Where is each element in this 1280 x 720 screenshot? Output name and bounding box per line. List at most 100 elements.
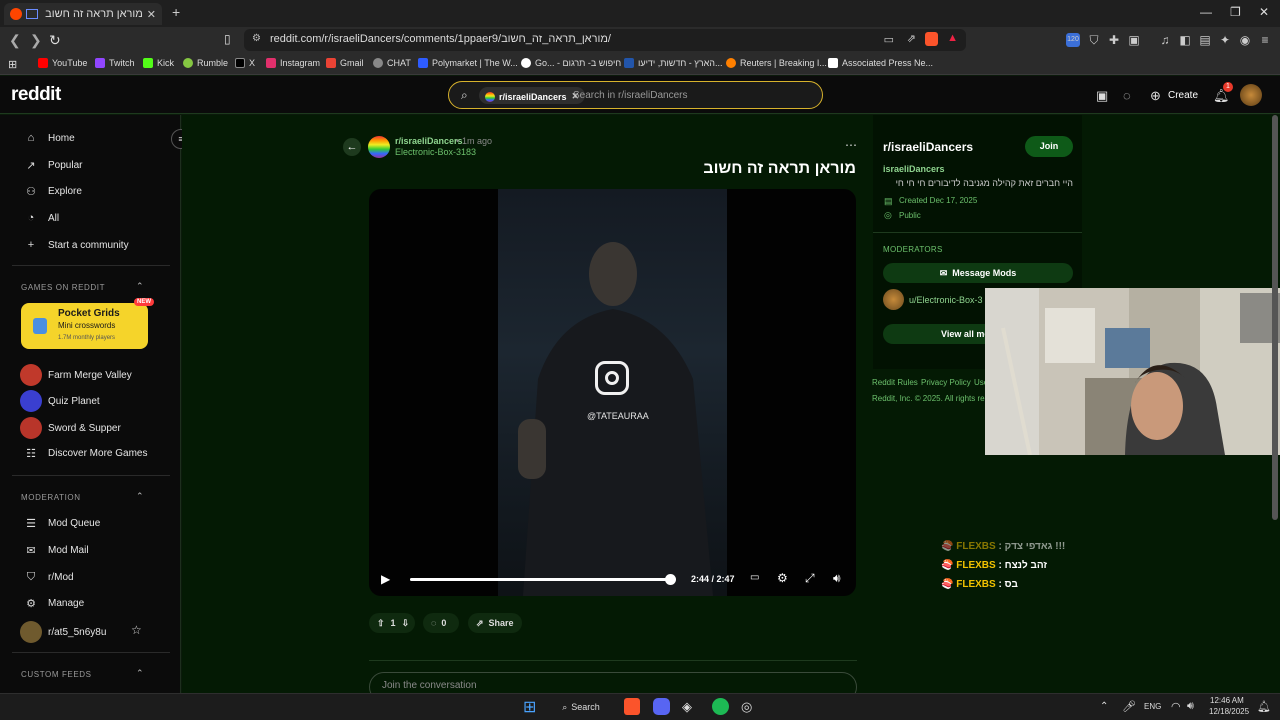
moderator-name[interactable]: u/Electronic-Box-3 [909,295,983,305]
fullscreen-icon[interactable]: ⤢ [805,571,815,586]
screenshot-icon[interactable]: ▣ [1127,33,1141,47]
post-author[interactable]: Electronic-Box-3183 [395,147,476,157]
brave-shields-icon[interactable] [925,32,938,46]
sidebar-item-explore[interactable]: ⚇ Explore [24,185,82,198]
maximize-icon[interactable]: ❐ [1230,5,1241,19]
extension-badge-icon[interactable]: 120 [1066,33,1080,47]
language-indicator[interactable]: ENG [1144,702,1161,711]
bookmark-rumble[interactable]: Rumble [183,58,228,68]
bookmark-google-translate[interactable]: Go... - חיפוש ב- תרגום [521,58,621,68]
sidebar-item-popular[interactable]: ↗ Popular [24,159,82,172]
cast-icon[interactable]: ▭ [884,33,894,46]
back-arrow-icon[interactable]: ← [343,138,361,156]
create-icon[interactable]: ⊕ [1150,88,1161,104]
comments-button[interactable]: ◌ 0 [423,613,459,633]
bookmark-haaretz[interactable]: הארץ - חדשות, ידיעו... [624,58,723,68]
show-hidden-icons-icon[interactable]: ⌃ [1100,701,1108,712]
new-tab-icon[interactable]: + [172,4,180,20]
moderator-avatar[interactable] [883,289,904,310]
share-button[interactable]: ⇗ Share [468,613,522,633]
wallet-icon[interactable]: ▤ [1198,33,1212,47]
address-bar[interactable]: ⚙ reddit.com/r/israeliDancers/comments/1… [244,29,966,51]
community-avatar[interactable] [368,136,390,158]
brave-taskbar-icon[interactable] [624,698,640,715]
bookmark-gmail[interactable]: Gmail [326,58,364,68]
downvote-icon[interactable]: ⇩ [402,618,410,629]
sidebar-discover-games[interactable]: ☷ Discover More Games [24,447,147,460]
microphone-icon[interactable]: 🎤︎ [1122,700,1136,713]
windows-start-icon[interactable]: ⊞ [523,697,536,717]
taskbar-search-button[interactable]: ⌕ Search [553,697,609,717]
brave-rewards-icon[interactable]: ▲ [947,32,958,44]
sidebar-r-mod[interactable]: ⛉ r/Mod [24,571,74,584]
bookmark-twitch[interactable]: Twitch [95,58,135,68]
sidebar-game-farm-merge[interactable]: Farm Merge Valley [20,364,132,386]
create-button[interactable]: Create [1168,90,1198,101]
steam-taskbar-icon[interactable]: ◈ [682,699,692,715]
puzzle-extensions-icon[interactable]: ✚ [1107,33,1121,47]
tab-close-icon[interactable]: ✕ [147,8,156,21]
video-progress-handle[interactable] [664,574,676,585]
apps-grid-icon[interactable]: ⊞ [8,58,17,71]
obs-taskbar-icon[interactable]: ◎ [741,699,752,715]
reddit-logo[interactable]: reddit [11,84,61,106]
back-icon[interactable]: ❮ [9,32,21,49]
advertise-icon[interactable]: ▣ [1096,88,1108,104]
bookmark-kick[interactable]: Kick [143,58,174,68]
chevron-up-icon[interactable]: ⌃ [136,491,144,502]
bookmark-reuters[interactable]: Reuters | Breaking I... [726,58,827,68]
share-page-icon[interactable]: ⇗ [907,32,916,45]
clock-time[interactable]: 12:46 AM [1210,696,1244,705]
play-icon[interactable]: ▶ [381,572,390,586]
menu-icon[interactable]: ≡ [1258,33,1272,47]
bookmark-chat[interactable]: CHAT [373,58,411,68]
chevron-up-icon[interactable]: ⌃ [136,668,144,679]
sidebar-item-start-community[interactable]: + Start a community [24,239,129,251]
footer-privacy-policy[interactable]: Privacy Policy [921,378,971,387]
search-input[interactable]: ⌕ r/israeliDancers ✕ Search in r/israeliD… [448,81,823,109]
vpn-icon[interactable]: ◉ [1238,33,1252,47]
search-community-chip[interactable]: r/israeliDancers ✕ [479,87,586,104]
sidebar-item-all[interactable]: ◔ All [24,212,59,224]
site-info-icon[interactable]: ⚙ [252,33,261,44]
sidebar-community-at5[interactable]: r/at5_5n6y8u [20,621,106,643]
notification-center-icon[interactable]: 🔔︎ [1257,700,1271,713]
video-player[interactable]: @TATEAURAA ▶ 2:44 / 2:47 ▭ ⚙ ⤢ 🔊︎ [369,189,856,596]
spotify-taskbar-icon[interactable] [712,698,729,715]
post-subreddit[interactable]: r/israeliDancers [395,136,463,146]
bookmark-x[interactable]: X [235,58,255,68]
forward-icon[interactable]: ❯ [30,32,42,49]
chevron-up-icon[interactable]: ⌃ [136,281,144,292]
sidebar-manage[interactable]: ⚙ Manage [24,597,84,610]
message-mods-button[interactable]: ✉ Message Mods [883,263,1073,283]
bookmark-icon[interactable]: ▯ [224,32,231,46]
video-progress-track[interactable] [410,574,676,585]
settings-gear-icon[interactable]: ⚙ [777,571,788,585]
speaker-icon[interactable]: 🔊︎ [1187,700,1194,713]
bookmark-polymarket[interactable]: Polymarket | The W... [418,58,518,68]
bookmark-instagram[interactable]: Instagram [266,58,320,68]
media-icon[interactable]: ♫ [1158,33,1172,47]
community-name[interactable]: r/israeliDancers [883,140,973,154]
close-window-icon[interactable]: ✕ [1259,5,1269,19]
pocket-grids-card[interactable]: NEW Pocket Grids Mini crosswords 1.7M mo… [21,298,154,349]
bookmark-ap[interactable]: Associated Press Ne... [828,58,933,68]
sidebar-item-home[interactable]: ⌂ Home [24,132,75,144]
footer-reddit-rules[interactable]: Reddit Rules [872,378,918,387]
browser-tab[interactable]: מוראן תראה זה חשוב : r/israeliDancers ✕ [4,3,162,25]
captions-icon[interactable]: ▭ [750,572,759,583]
sidebar-mod-mail[interactable]: ✉ Mod Mail [24,544,88,557]
sidebar-game-quiz-planet[interactable]: Quiz Planet [20,390,100,412]
reload-icon[interactable]: ↻ [49,32,61,49]
leo-ai-icon[interactable]: ✦ [1218,33,1232,47]
minimize-icon[interactable]: — [1200,5,1212,19]
sidebar-mod-queue[interactable]: ☰ Mod Queue [24,517,100,530]
bookmark-youtube[interactable]: YouTube [38,58,87,68]
page-scrollbar[interactable] [1272,115,1278,520]
chat-icon[interactable]: ◌ [1123,88,1131,103]
user-avatar[interactable] [1240,84,1262,106]
more-options-icon[interactable]: ⋯ [845,138,857,152]
discord-taskbar-icon[interactable] [653,698,670,715]
volume-icon[interactable]: 🔊︎ [833,571,841,586]
wifi-icon[interactable]: ◠ [1171,700,1181,713]
